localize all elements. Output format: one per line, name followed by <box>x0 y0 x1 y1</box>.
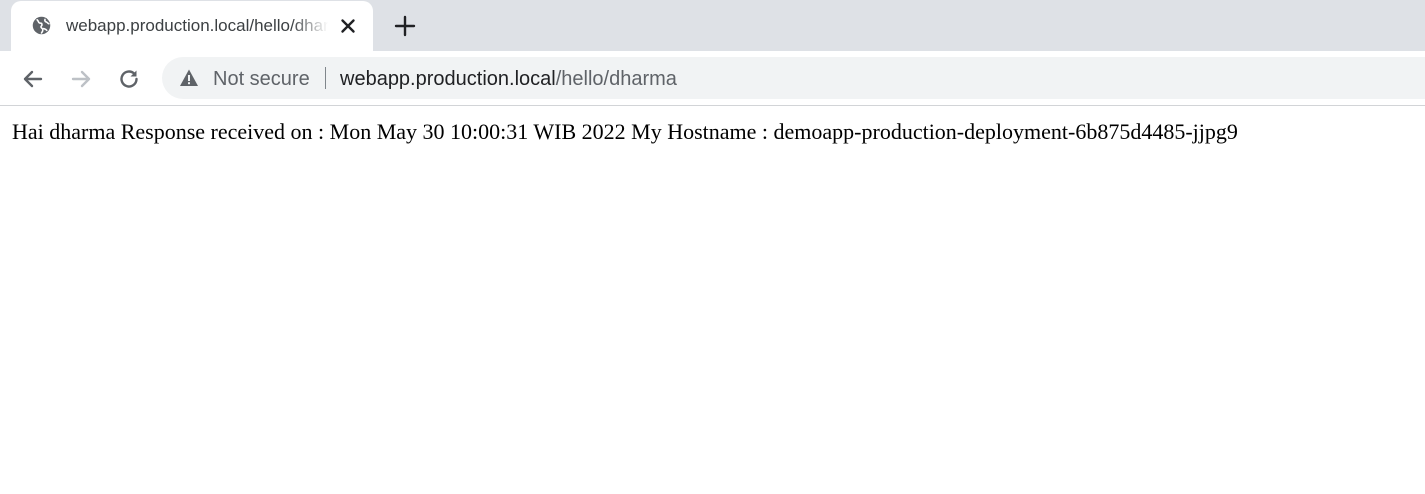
tab-strip: webapp.production.local/hello/dharma <box>0 0 1425 51</box>
globe-icon <box>32 16 51 35</box>
page-content: Hai dharma Response received on : Mon Ma… <box>0 106 1425 145</box>
address-bar[interactable]: Not secure webapp.production.local/hello… <box>162 57 1425 99</box>
forward-arrow-icon[interactable] <box>68 66 94 92</box>
new-tab-plus-icon[interactable] <box>392 13 418 39</box>
reload-icon[interactable] <box>116 66 142 92</box>
back-arrow-icon[interactable] <box>20 66 46 92</box>
url-host: webapp.production.local <box>340 68 556 90</box>
close-icon[interactable] <box>336 14 360 38</box>
response-text: Hai dharma Response received on : Mon Ma… <box>12 119 1238 144</box>
browser-tab[interactable]: webapp.production.local/hello/dharma <box>11 1 373 51</box>
url-path: /hello/dharma <box>555 68 677 90</box>
omnibox-divider <box>325 67 326 89</box>
browser-toolbar: Not secure webapp.production.local/hello… <box>0 51 1425 106</box>
warning-triangle-icon[interactable] <box>179 68 199 88</box>
security-status-label[interactable]: Not secure <box>213 67 310 91</box>
tab-title: webapp.production.local/hello/dharma <box>66 16 328 35</box>
url-text[interactable]: webapp.production.local/hello/dharma <box>340 67 677 91</box>
